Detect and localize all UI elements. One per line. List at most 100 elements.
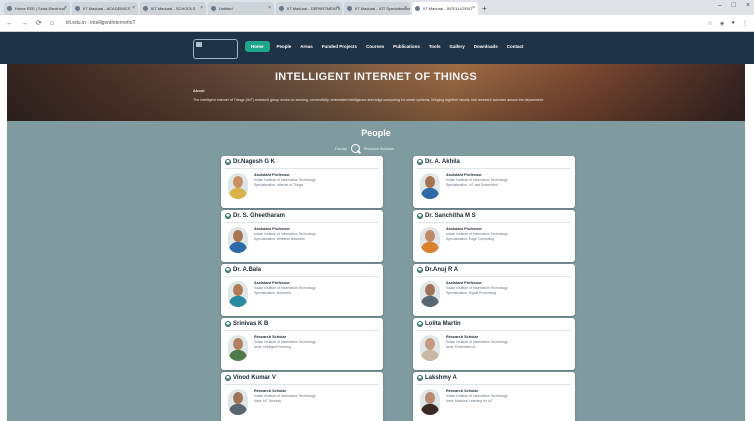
scholars-filter[interactable]: Research Scholars [364,147,394,151]
menu-icon[interactable]: ⋮ [742,20,748,27]
card-divider [417,330,571,331]
person-name[interactable]: Dr.Anuj R A [425,267,458,273]
person-role: Assistant Professor [446,281,482,285]
tab-close-icon[interactable]: × [268,5,271,11]
person-card[interactable]: Dr. Sanchitha M S Assistant Professor Indi… [413,210,575,262]
person-department: Indian Institute of Information Technolo… [254,340,316,344]
person-name[interactable]: Dr. A. Akhila [425,159,460,165]
tab-close-icon[interactable]: × [132,5,135,11]
person-card[interactable]: Vinod Kumar V Research Scholar Indian Inst… [221,372,383,421]
card-divider [417,222,571,223]
back-icon[interactable]: ← [6,20,13,27]
photo-body [229,296,247,307]
person-card[interactable]: Srinivas K B Research Scholar Indian Insti… [221,318,383,370]
person-department: Indian Institute of Information Technolo… [446,286,508,290]
people-selector: Faculty Research Scholars [335,144,394,153]
person-name-row: Vinod Kumar V [225,375,276,381]
person-name[interactable]: Dr.Nagesh G K [233,159,275,165]
check-circle-icon [417,267,423,273]
nav-link-courses[interactable]: Courses [364,44,386,49]
home-icon[interactable]: ⌂ [50,20,54,27]
search-icon[interactable] [350,144,360,153]
check-circle-icon [225,267,231,273]
nav-link-tools[interactable]: Tools [427,44,443,49]
person-photo [228,173,248,199]
check-circle-icon [225,375,231,381]
tab-close-icon[interactable]: × [336,5,339,11]
favicon-icon [279,6,284,11]
extension-icon[interactable]: ◈ [720,20,725,27]
tab-title: IIT Madurai - INTELLIGENT [423,6,473,11]
reload-icon[interactable]: ⟳ [36,19,42,27]
browser-tab[interactable]: IIT Madurai - INTELLIGENT × [412,2,478,15]
card-divider [225,384,379,385]
person-role: Research Scholar [446,335,479,339]
nav-link-home[interactable]: Home [245,41,270,52]
person-name[interactable]: Lolita Martin [425,321,461,327]
card-divider [225,222,379,223]
person-name[interactable]: Vinod Kumar V [233,375,276,381]
person-name[interactable]: Lakshmy A [425,375,457,381]
nav-link-areas[interactable]: Areas [298,44,315,49]
person-card[interactable]: Dr.Anuj R A Assistant Professor Indian Ins… [413,264,575,316]
person-name-row: Lakshmy A [417,375,457,381]
photo-head [233,338,243,350]
tab-close-icon[interactable]: × [404,5,407,11]
person-card[interactable]: Dr. A.Bala Assistant Professor Indian Inst… [221,264,383,316]
person-photo [420,281,440,307]
photo-body [421,350,439,361]
faculty-filter[interactable]: Faculty [335,147,347,151]
minimize-icon[interactable]: – [718,2,722,9]
person-card[interactable]: Lolita Martin Research Scholar Indian Inst… [413,318,575,370]
person-card[interactable]: Lakshmy A Research Scholar Indian Institut… [413,372,575,421]
nav-link-contact[interactable]: Contact [505,44,526,49]
tab-close-icon[interactable]: × [200,5,203,11]
browser-tab[interactable]: IIT Madurai - DEPARTMENTS × [276,2,342,15]
person-name[interactable]: Dr. A.Bala [233,267,261,273]
nav-link-people[interactable]: People [275,44,294,49]
site-logo[interactable] [193,39,238,59]
logo-image-icon [196,42,202,47]
url-field[interactable]: iiit.edu.in - intelligentInternetIoT [66,20,135,26]
browser-tab[interactable]: Untitled × [208,2,274,15]
tab-close-icon[interactable]: × [472,5,475,11]
browser-tab[interactable]: IIT Madurai - ACADEMICS × [72,2,138,15]
person-card[interactable]: Dr.Nagesh G K Assistant Professor Indian I… [221,156,383,208]
star-icon[interactable]: ☆ [707,20,712,27]
extensions: ☆ ◈ ● ⋮ [707,20,748,27]
photo-head [425,230,435,242]
profile-icon[interactable]: ● [731,20,735,27]
new-tab-icon[interactable]: + [482,2,487,15]
person-card[interactable]: Dr. A. Akhila Assistant Professor Indian I… [413,156,575,208]
close-icon[interactable]: × [746,2,750,9]
photo-head [425,284,435,296]
person-name[interactable]: Dr. Sanchitha M S [425,213,476,219]
favicon-icon [211,6,216,11]
maximize-icon[interactable]: □ [732,2,736,9]
nav-link-gallery[interactable]: Gallery [448,44,467,49]
person-card[interactable]: Dr. S. Gheetharam Assistant Professor Indi… [221,210,383,262]
person-role: Assistant Professor [446,227,482,231]
tab-close-icon[interactable]: × [64,5,67,11]
check-circle-icon [225,321,231,327]
person-role: Research Scholar [254,335,287,339]
browser-tab[interactable]: Home EEE | Sona Electrical × [4,2,70,15]
photo-body [229,242,247,253]
tab-title: IIT Madurai - DEPARTMENTS [287,6,341,11]
photo-body [421,188,439,199]
favicon-icon [75,6,80,11]
photo-body [229,350,247,361]
nav-link-publications[interactable]: Publications [391,44,422,49]
browser-tab[interactable]: IIIT Madurai - SCHOOLS × [140,2,206,15]
person-name[interactable]: Dr. S. Gheetharam [233,213,285,219]
nav-link-downloads[interactable]: Downloads [472,44,500,49]
nav-link-funded-projects[interactable]: Funded Projects [320,44,359,49]
person-specialization: Specialization: Internet of Things [254,183,304,187]
browser-tab[interactable]: IIT Madurai - IOT Specialisation × [344,2,410,15]
person-role: Research Scholar [254,389,287,393]
person-name[interactable]: Srinivas K B [233,321,268,327]
forward-icon[interactable]: → [21,20,28,27]
person-specialization: Specialization: Networks [254,291,291,295]
person-department: Indian Institute of Information Technolo… [446,178,508,182]
photo-head [233,176,243,188]
